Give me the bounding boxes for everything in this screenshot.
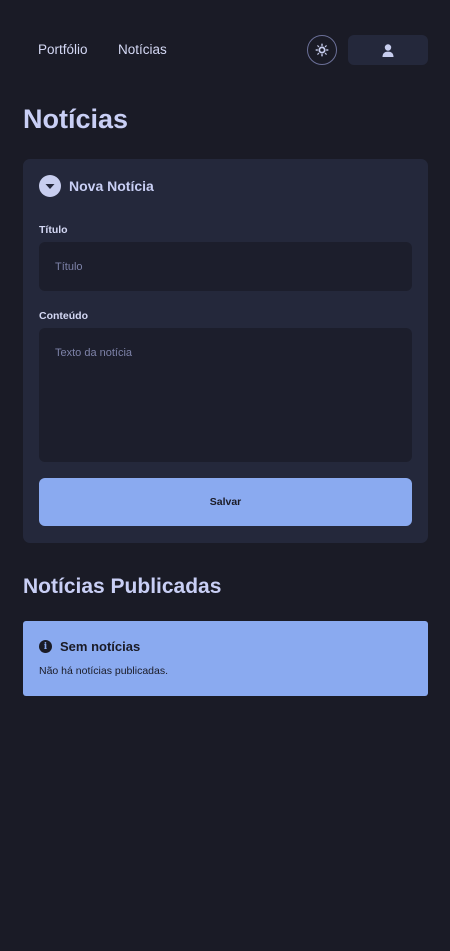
user-icon (382, 43, 394, 57)
empty-news-alert: i Sem notícias Não há notícias publicada… (23, 621, 428, 696)
save-button[interactable]: Salvar (39, 478, 412, 526)
nav-link-portfolio[interactable]: Portfólio (38, 42, 88, 57)
form-title: Nova Notícia (69, 178, 154, 194)
new-news-form-card: Nova Notícia Título Conteúdo Salvar (23, 159, 428, 543)
title-label: Título (39, 224, 68, 236)
chevron-down-icon (39, 175, 61, 197)
alert-header: i Sem notícias (39, 639, 140, 654)
theme-toggle-button[interactable] (307, 35, 337, 65)
published-section-title: Notícias Publicadas (23, 575, 222, 598)
top-navbar: Portfólio Notícias (0, 0, 450, 100)
nav-link-noticias[interactable]: Notícias (118, 42, 167, 57)
form-collapse-toggle[interactable]: Nova Notícia (39, 175, 154, 197)
content-label: Conteúdo (39, 310, 88, 322)
title-input[interactable] (39, 242, 412, 291)
info-icon: i (39, 640, 52, 653)
page-title: Notícias (23, 104, 129, 134)
alert-title: Sem notícias (60, 639, 141, 654)
user-menu-button[interactable] (348, 35, 428, 65)
content-textarea[interactable] (39, 328, 412, 462)
alert-message: Não há notícias publicadas. (39, 665, 168, 677)
sun-icon (315, 43, 329, 57)
